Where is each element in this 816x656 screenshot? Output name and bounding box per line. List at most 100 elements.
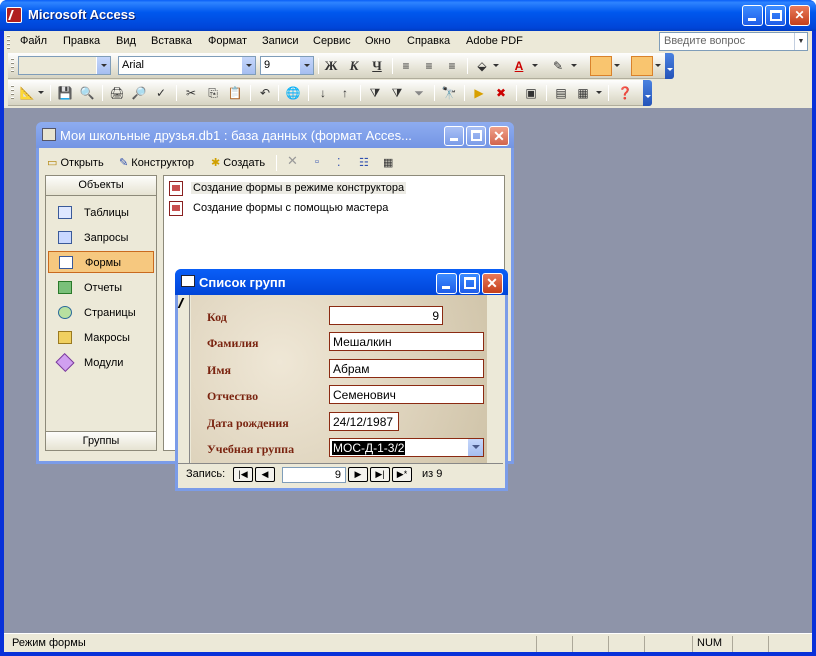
menu-edit[interactable]: Правка	[63, 35, 100, 47]
chevron-down-icon[interactable]	[467, 439, 483, 456]
small-icons-icon[interactable]: ⁚	[337, 156, 341, 169]
db-maximize-button[interactable]	[466, 126, 486, 146]
chevron-down-icon[interactable]	[532, 64, 538, 70]
list-item[interactable]: Создание формы в режиме конструктора	[169, 180, 409, 198]
new-record-button[interactable]: ▶*	[392, 467, 412, 482]
filter-by-selection-icon[interactable]: ⧩	[366, 84, 384, 102]
object-pages[interactable]: Страницы	[48, 302, 154, 324]
object-macros[interactable]: Макросы	[48, 327, 154, 349]
form-maximize-button[interactable]	[459, 273, 480, 294]
list-item[interactable]: Создание формы с помощью мастера	[169, 200, 399, 218]
open-button[interactable]: ▭ Открыть	[47, 156, 104, 169]
next-record-button[interactable]: ▶	[348, 467, 368, 482]
menu-insert[interactable]: Вставка	[151, 35, 192, 47]
menu-tools[interactable]: Сервис	[313, 35, 351, 47]
align-right-icon[interactable]: ≡	[443, 57, 461, 75]
form-minimize-button[interactable]	[436, 273, 457, 294]
chevron-down-icon[interactable]	[614, 64, 620, 70]
minimize-button[interactable]	[742, 5, 763, 26]
app-titlebar[interactable]: Microsoft Access ✕	[0, 0, 816, 31]
chevron-down-icon[interactable]	[38, 91, 44, 97]
paste-icon[interactable]: 📋	[226, 84, 244, 102]
form-window-titlebar[interactable]: Список групп ✕	[175, 269, 508, 295]
menu-format[interactable]: Формат	[208, 35, 247, 47]
chevron-down-icon[interactable]	[493, 64, 499, 70]
delete-record-icon[interactable]: ✖	[492, 84, 510, 102]
new-object-icon[interactable]: ▦	[574, 84, 592, 102]
object-combo[interactable]	[18, 56, 111, 75]
study-group-combo[interactable]: МОС-Д-1-3/2	[329, 438, 484, 457]
previous-record-button[interactable]: ◀	[255, 467, 275, 482]
groups-footer[interactable]: Группы	[46, 431, 156, 450]
menu-view[interactable]: Вид	[116, 35, 136, 47]
chevron-down-icon[interactable]: ▼	[794, 33, 807, 50]
object-modules[interactable]: Модули	[48, 352, 154, 374]
patronymic-field[interactable]: Семенович	[329, 385, 484, 404]
menu-adobe-pdf[interactable]: Adobe PDF	[466, 35, 523, 47]
menu-help[interactable]: Справка	[407, 35, 450, 47]
access-icon[interactable]	[6, 7, 22, 23]
maximize-button[interactable]	[765, 5, 786, 26]
find-icon[interactable]: 🔭	[440, 84, 458, 102]
chevron-down-icon[interactable]	[655, 64, 661, 70]
object-queries[interactable]: Запросы	[48, 227, 154, 249]
align-center-icon[interactable]: ≡	[420, 57, 438, 75]
chevron-down-icon[interactable]	[571, 64, 577, 70]
birthdate-field[interactable]: 24/12/1987	[329, 412, 399, 431]
db-close-button[interactable]: ✕	[489, 126, 509, 146]
toolbar-grip[interactable]	[11, 85, 14, 101]
details-view-icon[interactable]: ▦	[383, 156, 393, 169]
menu-window[interactable]: Окно	[365, 35, 391, 47]
cut-icon[interactable]: ✂	[182, 84, 200, 102]
database-window-titlebar[interactable]: Мои школьные друзья.db1 : база данных (ф…	[36, 122, 514, 148]
fill-color-icon[interactable]: ⬙	[473, 57, 491, 75]
menu-grip[interactable]	[7, 35, 10, 49]
chevron-down-icon[interactable]	[596, 91, 602, 97]
menu-file[interactable]: Файл	[20, 35, 47, 47]
delete-icon[interactable]: ✕	[287, 153, 298, 169]
help-search-input[interactable]: Введите вопрос ▼	[659, 32, 808, 51]
copy-icon[interactable]: ⎘	[204, 84, 222, 102]
italic-button[interactable]: К	[345, 57, 363, 75]
file-search-icon[interactable]: 🔍	[78, 84, 96, 102]
hyperlink-icon[interactable]: 🌐	[284, 84, 302, 102]
border-style-icon[interactable]	[590, 56, 612, 76]
last-record-button[interactable]: ▶|	[370, 467, 390, 482]
menu-records[interactable]: Записи	[262, 35, 299, 47]
spelling-icon[interactable]: ✓	[152, 84, 170, 102]
print-icon[interactable]: 🖨	[108, 84, 126, 102]
form-close-button[interactable]: ✕	[482, 273, 503, 294]
object-reports[interactable]: Отчеты	[48, 277, 154, 299]
help-icon[interactable]: ❓	[616, 84, 634, 102]
chevron-down-icon[interactable]	[96, 57, 110, 74]
apply-filter-icon[interactable]: ⏷	[410, 84, 428, 102]
font-color-icon[interactable]: A	[510, 57, 528, 75]
object-forms[interactable]: Формы	[48, 251, 154, 273]
align-left-icon[interactable]: ≡	[397, 57, 415, 75]
name-field[interactable]: Абрам	[329, 359, 484, 378]
sort-descending-icon[interactable]: ↑	[336, 84, 354, 102]
undo-icon[interactable]: ↶	[256, 84, 274, 102]
new-record-icon[interactable]: ▶	[470, 84, 488, 102]
large-icons-icon[interactable]: ▫	[315, 156, 319, 168]
filter-by-form-icon[interactable]: ⧩	[388, 84, 406, 102]
db-minimize-button[interactable]	[444, 126, 464, 146]
underline-button[interactable]: Ч	[368, 57, 386, 75]
print-preview-icon[interactable]: 🔎	[130, 84, 148, 102]
record-number-input[interactable]: 9	[282, 467, 346, 483]
objects-header[interactable]: Объекты	[46, 176, 156, 196]
list-view-icon[interactable]: ☷	[359, 156, 369, 169]
font-combo[interactable]: Arial	[118, 56, 256, 75]
view-icon[interactable]: 📐	[18, 84, 36, 102]
new-button[interactable]: ✱ Создать	[211, 156, 265, 169]
save-icon[interactable]: 💾	[56, 84, 74, 102]
toolbar-options-icon[interactable]	[665, 53, 674, 79]
font-size-combo[interactable]: 9	[260, 56, 314, 75]
chevron-down-icon[interactable]	[299, 57, 313, 74]
toolbar-options-icon[interactable]	[643, 80, 652, 106]
surname-field[interactable]: Мешалкин	[329, 332, 484, 351]
sort-ascending-icon[interactable]: ↓	[314, 84, 332, 102]
database-window-icon[interactable]: ▤	[552, 84, 570, 102]
properties-icon[interactable]: ▣	[522, 84, 540, 102]
line-width-icon[interactable]	[631, 56, 653, 76]
